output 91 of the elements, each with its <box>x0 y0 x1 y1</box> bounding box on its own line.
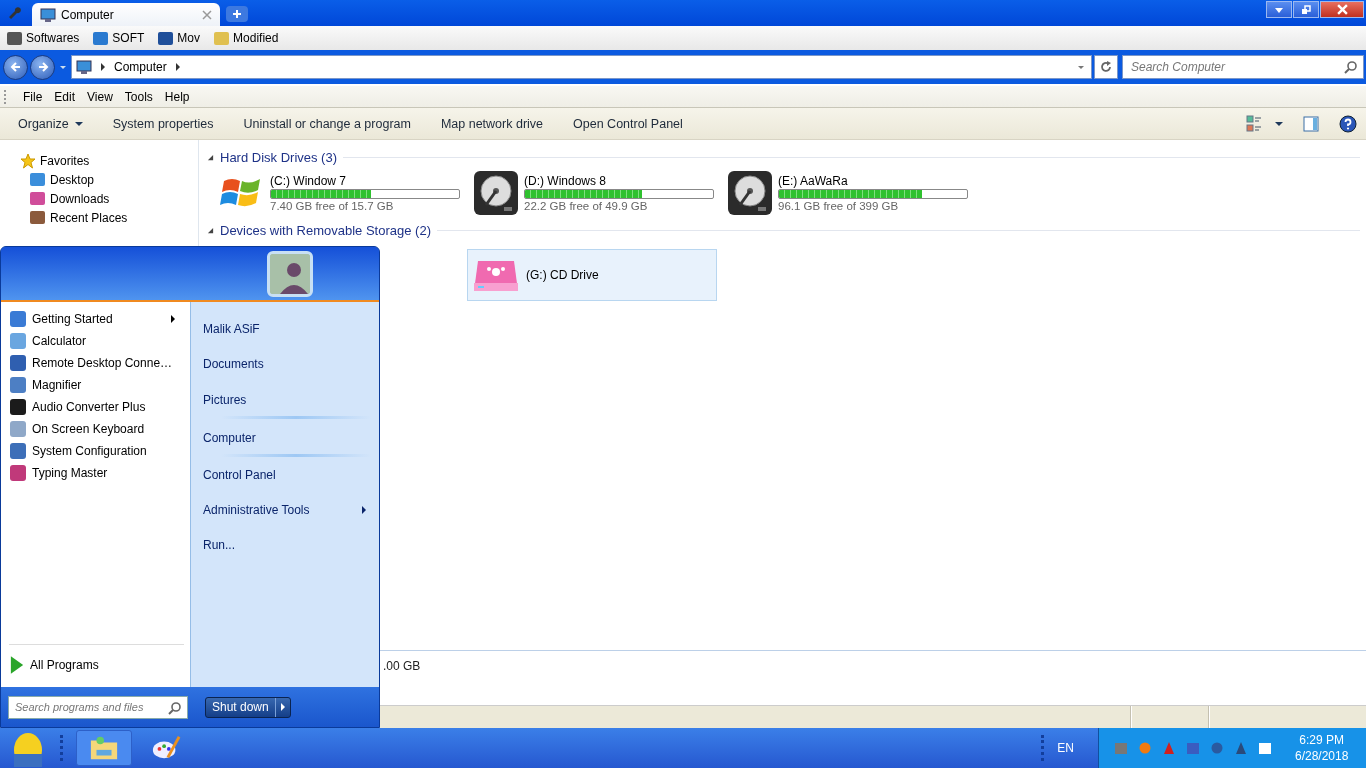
breadcrumb-arrow-icon[interactable] <box>174 63 181 71</box>
forward-button[interactable] <box>30 54 55 80</box>
minimize-button[interactable] <box>1266 1 1292 18</box>
plus-icon <box>232 9 242 19</box>
start-place-item[interactable]: Malik ASiF <box>191 311 379 346</box>
all-programs-item[interactable]: All Programs <box>1 650 190 680</box>
start-search-field[interactable]: Search programs and files <box>8 695 188 719</box>
new-tab-button[interactable] <box>226 6 248 22</box>
tray-icon[interactable] <box>1233 740 1249 756</box>
drive-tile[interactable]: (G:) CD Drive <box>467 249 717 301</box>
program-item[interactable]: Getting Started <box>1 308 190 330</box>
menu-item[interactable]: View <box>82 89 120 104</box>
search-icon <box>1344 60 1358 74</box>
drive-tile[interactable]: (C:) Window 7 7.40 GB free of 15.7 GB <box>217 168 471 218</box>
group-header: Devices with Removable Storage (2) <box>220 222 431 238</box>
collapse-icon[interactable] <box>207 226 214 234</box>
user-avatar[interactable] <box>270 254 310 294</box>
view-dropdown-icon[interactable] <box>1275 119 1283 128</box>
menu-item[interactable]: Tools <box>119 89 160 104</box>
menu-item[interactable]: Help <box>159 89 197 104</box>
app-icon <box>10 443 26 459</box>
command-button[interactable]: System properties <box>102 111 224 136</box>
monitor-icon <box>76 59 92 75</box>
refresh-icon <box>1100 61 1112 73</box>
shut-down-button[interactable]: Shut down <box>205 696 291 718</box>
drive-tile[interactable]: (E:) AaWaRa 96.1 GB free of 399 GB <box>725 168 979 218</box>
program-item[interactable]: Typing Master <box>1 462 190 484</box>
details-text: .00 GB <box>383 659 421 673</box>
close-button[interactable] <box>1320 1 1364 18</box>
address-field[interactable]: Computer <box>71 55 1092 79</box>
browser-tab[interactable]: Computer <box>32 3 220 26</box>
help-icon[interactable] <box>1339 114 1357 133</box>
start-place-item[interactable]: Control Panel <box>191 457 379 492</box>
app-icon <box>10 333 26 349</box>
favorite-link[interactable]: Modified <box>214 31 279 45</box>
program-item[interactable]: Calculator <box>1 330 190 352</box>
dropdown-icon[interactable] <box>1077 63 1085 71</box>
refresh-button[interactable] <box>1094 55 1118 79</box>
command-button[interactable]: Map network drive <box>430 111 554 136</box>
program-item[interactable]: Magnifier <box>1 374 190 396</box>
program-item[interactable]: System Configuration <box>1 440 190 462</box>
command-button[interactable]: Open Control Panel <box>563 111 693 136</box>
app-icon <box>10 399 26 415</box>
caret-icon <box>74 119 83 128</box>
favorites-label[interactable]: Favorites <box>40 153 90 168</box>
app-icon <box>10 311 26 327</box>
play-arrow-icon <box>10 655 24 675</box>
program-item[interactable]: Audio Converter Plus <box>1 396 190 418</box>
favorite-link[interactable]: Softwares <box>7 31 80 45</box>
search-field[interactable]: Search Computer <box>1122 55 1364 79</box>
arrow-right-icon <box>279 703 286 711</box>
start-place-item[interactable]: Administrative Tools <box>191 492 379 527</box>
close-icon <box>1336 4 1348 15</box>
restore-icon <box>1301 4 1311 15</box>
app-icon <box>10 421 26 437</box>
command-button[interactable]: Organize <box>8 111 93 136</box>
restore-button[interactable] <box>1293 1 1319 18</box>
close-tab-icon[interactable] <box>202 9 212 20</box>
language-indicator[interactable]: EN <box>1057 741 1074 755</box>
menu-item[interactable]: Edit <box>49 89 83 104</box>
star-icon <box>20 152 36 169</box>
monitor-icon <box>40 6 56 23</box>
breadcrumb-arrow-icon[interactable] <box>100 63 106 71</box>
favorite-link[interactable]: Mov <box>158 31 201 45</box>
navigation-item[interactable]: Recent Places <box>50 210 128 225</box>
group-header: Hard Disk Drives (3) <box>220 149 337 165</box>
start-place-item[interactable]: Run... <box>191 527 379 562</box>
program-item[interactable]: Remote Desktop Conne… <box>1 352 190 374</box>
breadcrumb[interactable]: Computer <box>114 60 167 74</box>
preview-pane-icon[interactable] <box>1303 115 1319 132</box>
arrow-right-icon <box>36 61 49 73</box>
submenu-arrow-icon <box>361 505 367 514</box>
collapse-icon[interactable] <box>207 153 214 161</box>
command-button[interactable]: Uninstall or change a program <box>233 111 421 136</box>
drive-tile[interactable]: (D:) Windows 8 22.2 GB free of 49.9 GB <box>471 168 725 218</box>
menu-item[interactable]: File <box>18 89 50 104</box>
navigation-item[interactable]: Desktop <box>50 172 95 187</box>
back-button[interactable] <box>3 54 28 80</box>
start-place-item[interactable]: Documents <box>191 346 379 381</box>
favorite-link[interactable]: SOFT <box>93 31 145 45</box>
submenu-arrow-icon <box>170 315 176 323</box>
program-item[interactable]: On Screen Keyboard <box>1 418 190 440</box>
app-icon <box>10 377 26 393</box>
file-explorer-taskbar-button[interactable] <box>76 730 132 766</box>
app-icon <box>10 355 26 371</box>
navigation-item[interactable]: Downloads <box>50 191 110 206</box>
search-icon <box>168 700 182 715</box>
arrow-left-icon <box>9 61 22 73</box>
app-icon <box>10 465 26 481</box>
history-dropdown-icon[interactable] <box>59 63 67 71</box>
tray-icon[interactable] <box>1257 740 1273 756</box>
